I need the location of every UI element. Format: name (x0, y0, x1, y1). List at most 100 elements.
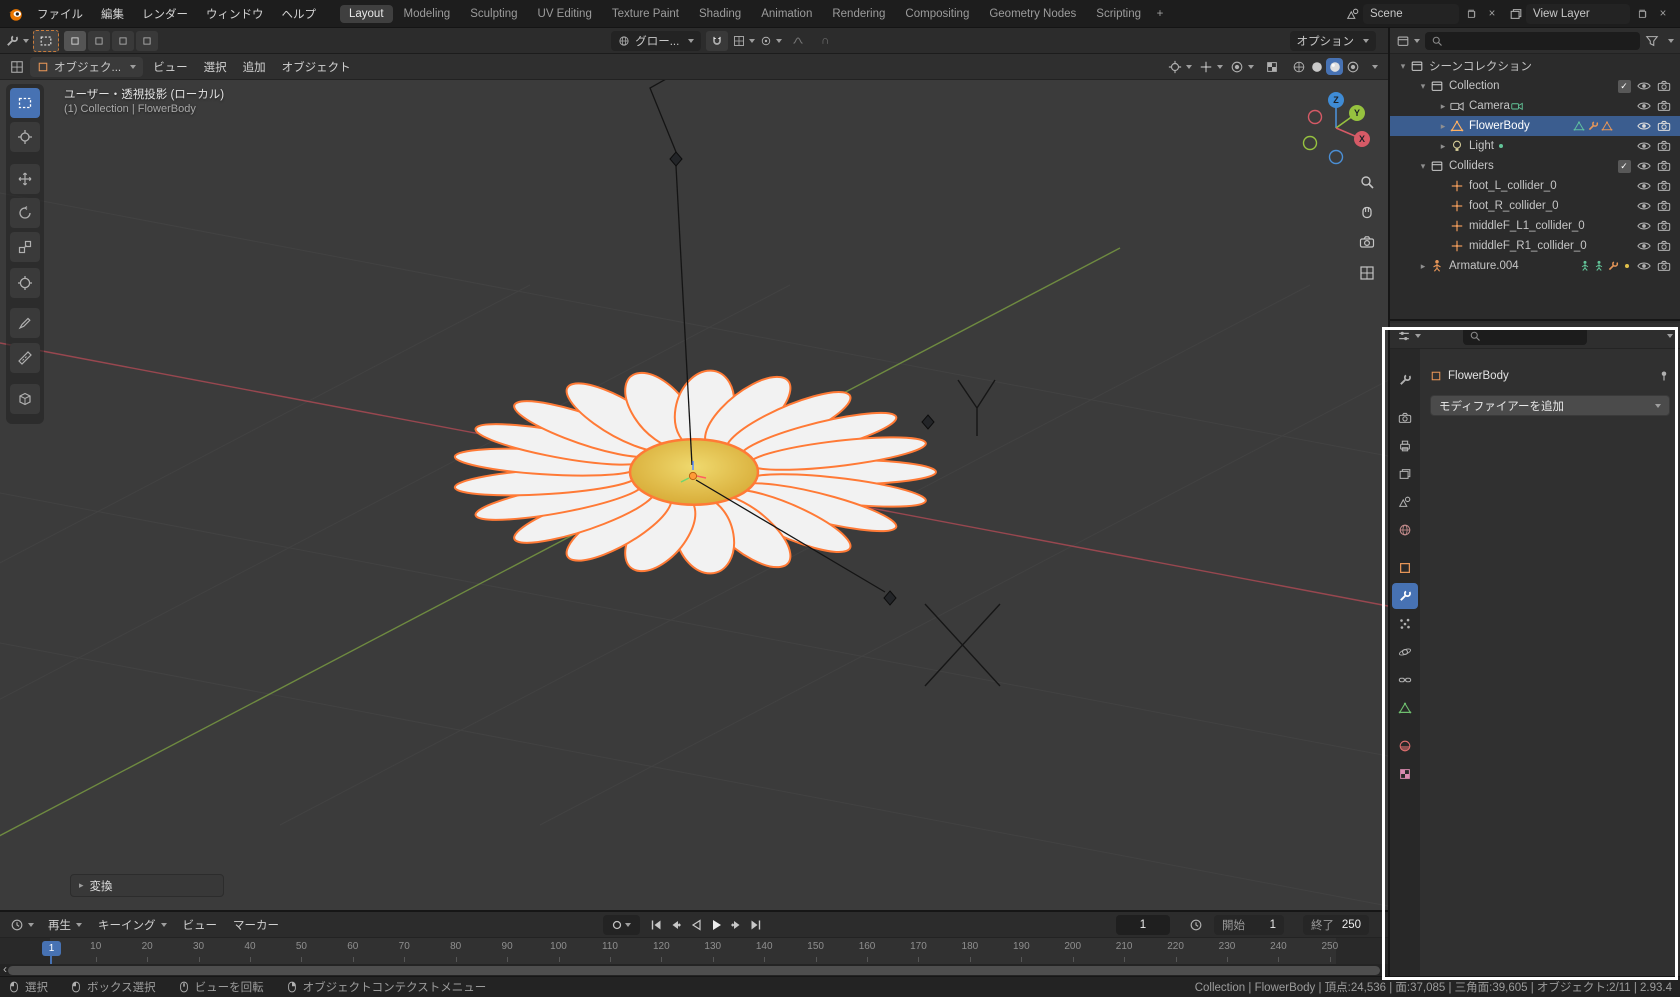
region-expand-arrow[interactable]: ‹ (3, 962, 7, 976)
tool-measure[interactable] (10, 343, 40, 373)
play-reverse-button[interactable] (686, 915, 706, 935)
eye-icon[interactable] (1637, 239, 1651, 253)
new-view-layer-button[interactable] (1633, 5, 1651, 23)
unlink-scene-button[interactable]: × (1483, 5, 1501, 23)
current-frame-field[interactable]: 1 (1116, 914, 1170, 935)
timeline-menu-item[interactable]: ビュー (175, 917, 226, 933)
pan-button[interactable] (1356, 201, 1378, 223)
proportional-falloff-button[interactable] (787, 31, 809, 51)
outliner-search-input[interactable] (1425, 31, 1640, 50)
play-button[interactable] (706, 915, 726, 935)
menu-item[interactable]: 編集 (92, 0, 133, 27)
timeline-scroll-handle[interactable] (8, 966, 1380, 975)
disclosure-icon[interactable]: ▾ (1416, 81, 1430, 92)
outliner-row-collider[interactable]: middleF_R1_collider_0 (1390, 236, 1680, 256)
menu-item[interactable]: ヘルプ (273, 0, 326, 27)
render-camera-icon[interactable] (1657, 259, 1671, 273)
tab-output[interactable] (1392, 433, 1418, 459)
overlays-dropdown[interactable] (1230, 60, 1254, 74)
navigation-gizmo[interactable]: Z Y X (1294, 86, 1378, 170)
outliner-row-collider[interactable]: middleF_L1_collider_0 (1390, 216, 1680, 236)
transform-orientation-dropdown[interactable]: グロー... (611, 30, 702, 51)
viewport-menu-item[interactable]: ビュー (145, 59, 196, 75)
workspace-tab[interactable]: Scripting (1087, 5, 1150, 23)
timeline-menu-item[interactable]: 再生 (40, 917, 90, 933)
eye-icon[interactable] (1637, 159, 1651, 173)
outliner-row-light[interactable]: ▸ Light (1390, 136, 1680, 156)
gizmo-negative-z-axis[interactable] (1328, 149, 1344, 165)
viewport-menu-item[interactable]: オブジェクト (274, 59, 359, 75)
properties-search-input[interactable] (1463, 326, 1587, 345)
connected-only-button[interactable]: ∩ (814, 31, 836, 51)
workspace-tab[interactable]: Rendering (823, 5, 894, 23)
snap-settings-dropdown[interactable] (733, 31, 756, 51)
shading-rendered-button[interactable] (1344, 58, 1361, 75)
gizmo-negative-y-axis[interactable] (1302, 135, 1318, 151)
render-camera-icon[interactable] (1657, 239, 1671, 253)
shading-material-button[interactable] (1326, 58, 1343, 75)
frame-start-field[interactable]: 開始 1 (1214, 914, 1284, 935)
viewport-editor-type-button[interactable] (6, 57, 28, 77)
disclosure-icon[interactable]: ▸ (1416, 261, 1430, 272)
workspace-tab[interactable]: Sculpting (461, 5, 526, 23)
tab-object[interactable] (1392, 555, 1418, 581)
eye-icon[interactable] (1637, 139, 1651, 153)
shading-options-chevron-icon[interactable] (1372, 64, 1378, 69)
outliner-row-flowerbody[interactable]: ▸ FlowerBody (1390, 116, 1680, 136)
eye-icon[interactable] (1637, 259, 1651, 273)
zoom-button[interactable] (1356, 171, 1378, 193)
tab-material[interactable] (1392, 733, 1418, 759)
properties-editor-type-button[interactable] (1397, 329, 1421, 343)
workspace-tab[interactable]: Modeling (395, 5, 460, 23)
current-frame-marker[interactable]: 1 (42, 941, 61, 956)
outliner-row-collider[interactable]: foot_L_collider_0 (1390, 176, 1680, 196)
outliner-row-collection[interactable]: ▾ Collection ✓ (1390, 76, 1680, 96)
shading-solid-button[interactable] (1308, 58, 1325, 75)
timeline-editor-type-button[interactable] (6, 918, 38, 932)
view-layer-name-field[interactable]: View Layer (1526, 3, 1630, 24)
render-camera-icon[interactable] (1657, 159, 1671, 173)
blender-logo-icon[interactable] (8, 6, 24, 22)
tab-physics[interactable] (1392, 639, 1418, 665)
filter-funnel-icon[interactable] (1645, 34, 1659, 48)
remove-view-layer-button[interactable]: × (1654, 5, 1672, 23)
workspace-tab[interactable]: Shading (690, 5, 750, 23)
disclosure-icon[interactable]: ▾ (1416, 161, 1430, 172)
outliner-row-camera[interactable]: ▸ Camera (1390, 96, 1680, 116)
tool-move[interactable] (10, 164, 40, 194)
tool-box-select[interactable] (10, 88, 40, 118)
collection-checkbox[interactable]: ✓ (1617, 159, 1631, 173)
select-mode-set-button[interactable] (64, 30, 86, 51)
eye-icon[interactable] (1637, 99, 1651, 113)
jump-to-start-button[interactable] (646, 915, 666, 935)
render-camera-icon[interactable] (1657, 219, 1671, 233)
gizmo-negative-x-axis[interactable] (1307, 109, 1323, 125)
outliner-row-scene-collection[interactable]: ▾ シーンコレクション (1390, 56, 1680, 76)
workspace-tab[interactable]: UV Editing (529, 5, 601, 23)
pin-icon[interactable] (1658, 370, 1670, 382)
chevron-down-icon[interactable] (1667, 333, 1673, 338)
disclosure-icon[interactable]: ▸ (1436, 121, 1450, 132)
tool-cursor[interactable] (10, 122, 40, 152)
frame-end-field[interactable]: 終了 250 (1303, 914, 1369, 935)
disclosure-icon[interactable]: ▾ (1396, 61, 1410, 72)
eye-icon[interactable] (1637, 199, 1651, 213)
menu-item[interactable]: ウィンドウ (197, 0, 273, 27)
viewport-menu-item[interactable]: 追加 (235, 59, 274, 75)
transform-operator-panel[interactable]: ▸ 変換 (70, 874, 224, 897)
collection-checkbox[interactable]: ✓ (1617, 79, 1631, 93)
workspace-tab[interactable]: Texture Paint (603, 5, 688, 23)
workspace-tab[interactable]: Layout (340, 4, 393, 23)
eye-icon[interactable] (1637, 119, 1651, 133)
tab-texture[interactable] (1392, 761, 1418, 787)
outliner-row-armature[interactable]: ▸ Armature.004 (1390, 256, 1680, 276)
eye-icon[interactable] (1637, 79, 1651, 93)
menu-item[interactable]: レンダー (133, 0, 197, 27)
perspective-toggle-button[interactable] (1356, 262, 1378, 284)
proportional-edit-dropdown[interactable] (760, 31, 783, 51)
xray-toggle-button[interactable] (1261, 57, 1283, 77)
tab-view-layer[interactable] (1392, 461, 1418, 487)
next-keyframe-button[interactable] (726, 915, 746, 935)
disclosure-icon[interactable]: ▸ (1436, 101, 1450, 112)
outliner-row-colliders[interactable]: ▾ Colliders ✓ (1390, 156, 1680, 176)
